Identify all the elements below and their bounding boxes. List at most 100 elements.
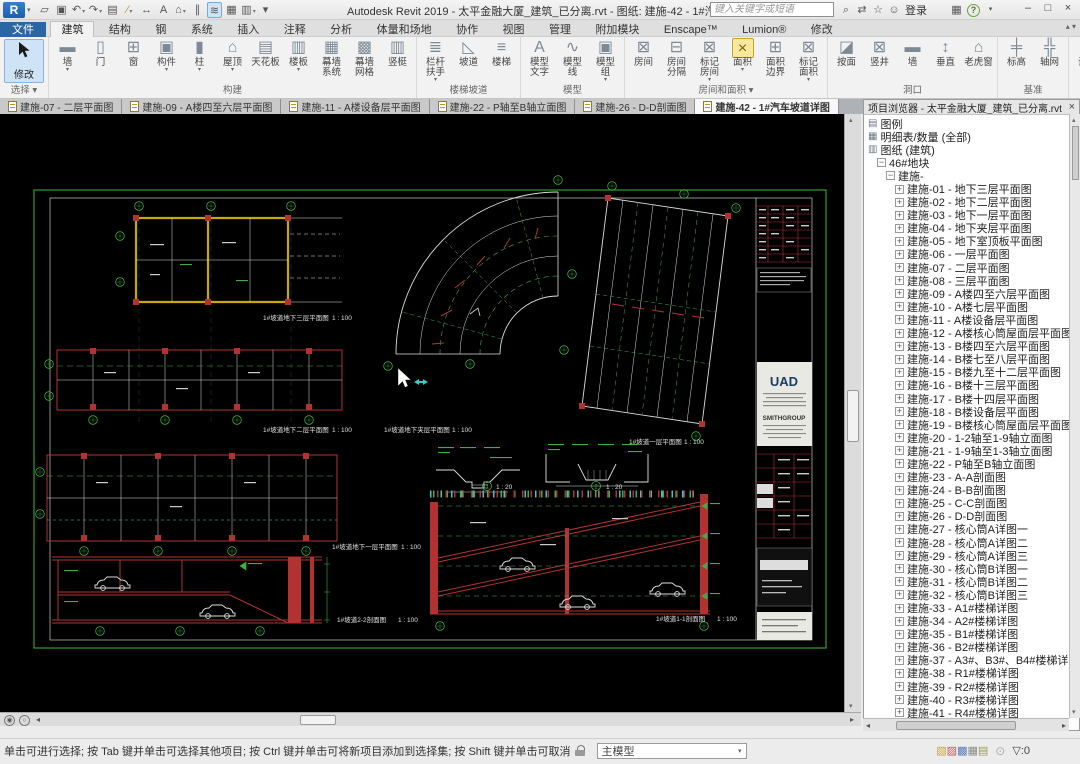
- ribbon-tab[interactable]: 修改: [801, 22, 843, 38]
- collapse-icon[interactable]: [877, 158, 886, 168]
- door-button[interactable]: ▯ 门: [84, 38, 117, 68]
- scroll-up-icon[interactable]: ▴: [849, 116, 853, 124]
- browser-vertical-scrollbar[interactable]: ▴ ▾: [1069, 114, 1080, 718]
- browser-horizontal-scrollbar[interactable]: ◂ ▸: [863, 718, 1069, 731]
- minimize-button[interactable]: –: [1018, 1, 1038, 17]
- expand-icon[interactable]: [895, 184, 904, 194]
- ribbon-tab[interactable]: Lumion®: [732, 22, 796, 38]
- help-arrow-icon[interactable]: ▾: [983, 2, 998, 18]
- room-separator-button[interactable]: ⊟ 房间 分隔: [660, 38, 693, 78]
- ribbon-tab[interactable]: 钢: [145, 22, 176, 38]
- ribbon-tab[interactable]: 系统: [181, 22, 223, 38]
- close-icon[interactable]: ×: [1069, 101, 1075, 113]
- browser-group-parcel[interactable]: 46#地块: [864, 156, 1069, 170]
- expand-icon[interactable]: [895, 668, 904, 678]
- expand-icon[interactable]: [895, 695, 904, 705]
- scroll-down-icon[interactable]: ▾: [1072, 708, 1076, 716]
- ribbon-tab[interactable]: 管理: [539, 22, 581, 38]
- expand-icon[interactable]: [895, 354, 904, 364]
- stair-button[interactable]: ≡ 楼梯: [485, 38, 518, 68]
- view-tab[interactable]: 建施-11 - A楼设备层平面图: [281, 99, 430, 114]
- expand-icon[interactable]: [895, 433, 904, 443]
- app-menu-arrow-icon[interactable]: ▾: [27, 6, 31, 14]
- curtain-grid-button[interactable]: ▩ 幕墙 网格: [348, 38, 381, 78]
- ribbon-tab[interactable]: 体量和场地: [367, 22, 442, 38]
- shaft-opening-button[interactable]: ⊠ 竖井: [863, 38, 896, 68]
- help-search-input[interactable]: [710, 2, 834, 17]
- expand-icon[interactable]: [895, 472, 904, 482]
- scroll-right-icon[interactable]: ▸: [850, 715, 854, 724]
- expand-icon[interactable]: [895, 446, 904, 456]
- default-3d-view-icon[interactable]: ⌂: [173, 2, 188, 18]
- undo-icon[interactable]: ↶: [71, 2, 86, 18]
- ribbon-collapse-icon[interactable]: ▴ ▾: [1066, 22, 1076, 31]
- opening-by-face-button[interactable]: ◪ 按面: [830, 38, 863, 68]
- view-tab[interactable]: 建施-26 - D-D剖面图: [575, 99, 696, 114]
- view-tab[interactable]: 建施-07 - 二层平面图: [0, 99, 123, 114]
- expand-icon[interactable]: [895, 302, 904, 312]
- tag-area-button[interactable]: ⊠ 标记 面积: [792, 38, 825, 83]
- scroll-right-icon[interactable]: ▸: [1062, 721, 1066, 730]
- expand-icon[interactable]: [895, 511, 904, 521]
- ceiling-button[interactable]: ▤ 天花板: [249, 38, 282, 68]
- ribbon-tab[interactable]: 插入: [227, 22, 269, 38]
- expand-icon[interactable]: [895, 420, 904, 430]
- scrollbar-thumb[interactable]: [300, 715, 336, 725]
- tag-room-button[interactable]: ⊠ 标记 房间: [693, 38, 726, 83]
- sync-icon[interactable]: ⊙: [995, 744, 1005, 758]
- expand-icon[interactable]: [895, 498, 904, 508]
- profile-icon[interactable]: ☺: [887, 2, 901, 18]
- expand-icon[interactable]: [895, 341, 904, 351]
- collapse-icon[interactable]: [886, 171, 895, 181]
- ribbon-tab[interactable]: 协作: [446, 22, 488, 38]
- canvas-horizontal-scrollbar[interactable]: ◉ ○ ◂ ▸: [0, 712, 861, 726]
- navigation-wheel-icon[interactable]: ◉: [4, 715, 15, 726]
- expand-icon[interactable]: [895, 315, 904, 325]
- expand-icon[interactable]: [895, 276, 904, 286]
- ribbon-tab[interactable]: 视图: [493, 22, 535, 38]
- expand-icon[interactable]: [895, 367, 904, 377]
- component-button[interactable]: ▣ 构件: [150, 38, 183, 73]
- curtain-system-button[interactable]: ▦ 幕墙 系统: [315, 38, 348, 78]
- scroll-left-icon[interactable]: ◂: [866, 721, 870, 730]
- railing-button[interactable]: ≣ 栏杆 扶手: [419, 38, 452, 83]
- expand-icon[interactable]: [895, 629, 904, 639]
- sign-in-button[interactable]: 登录: [905, 2, 927, 18]
- search-go-icon[interactable]: ⌕: [839, 2, 853, 18]
- ribbon-tab[interactable]: 结构: [99, 22, 141, 38]
- view-tab[interactable]: 建施-22 - P轴至B轴立面图: [429, 99, 576, 114]
- drawing-area[interactable]: UAD SMITHGROUP 1#坡道地下三层平面图 1: 100 1#坡道地…: [0, 114, 844, 712]
- modify-button[interactable]: 修改: [4, 39, 44, 83]
- worksharing-display-icon[interactable]: ▩: [957, 745, 967, 757]
- unlock-icon[interactable]: [574, 744, 587, 757]
- dormer-opening-button[interactable]: ⌂ 老虎窗: [962, 38, 995, 68]
- expand-icon[interactable]: [895, 236, 904, 246]
- ribbon-tab[interactable]: 文件: [0, 22, 46, 38]
- aligned-dimension-icon[interactable]: ↔: [139, 2, 154, 18]
- roof-button[interactable]: ⌂ 屋顶: [216, 38, 249, 73]
- level-button[interactable]: ╪ 标高: [1000, 38, 1033, 68]
- ribbon-tab[interactable]: 分析: [320, 22, 362, 38]
- scrollbar-thumb[interactable]: [896, 721, 1016, 730]
- wall-opening-button[interactable]: ▬ 墙: [896, 38, 929, 68]
- grid-button[interactable]: ╬ 轴网: [1033, 38, 1066, 68]
- panel-label[interactable]: 房间和面积 ▾: [625, 84, 827, 98]
- redo-icon[interactable]: ↷: [88, 2, 103, 18]
- communication-center-icon[interactable]: ⇄: [855, 2, 869, 18]
- background-processes-icon[interactable]: ▤: [978, 745, 988, 757]
- maximize-button[interactable]: □: [1038, 1, 1058, 17]
- window-button[interactable]: ⊞ 窗: [117, 38, 150, 68]
- expand-icon[interactable]: [895, 577, 904, 587]
- scroll-up-icon[interactable]: ▴: [1072, 116, 1076, 124]
- ribbon-tab[interactable]: Enscape™: [654, 22, 728, 38]
- project-browser-header[interactable]: 项目浏览器 - 太平金融大厦_建筑_已分离.rvt ×: [864, 100, 1079, 115]
- model-text-button[interactable]: A 模型 文字: [523, 38, 556, 78]
- expand-icon[interactable]: [895, 708, 904, 718]
- expand-icon[interactable]: [895, 289, 904, 299]
- save-icon[interactable]: ▣: [54, 2, 69, 18]
- expand-icon[interactable]: [895, 485, 904, 495]
- ribbon-tab[interactable]: 建筑: [50, 21, 95, 38]
- view-tab[interactable]: 建施-09 - A楼四至六层平面图: [122, 99, 282, 114]
- expand-icon[interactable]: [895, 682, 904, 692]
- expand-icon[interactable]: [895, 564, 904, 574]
